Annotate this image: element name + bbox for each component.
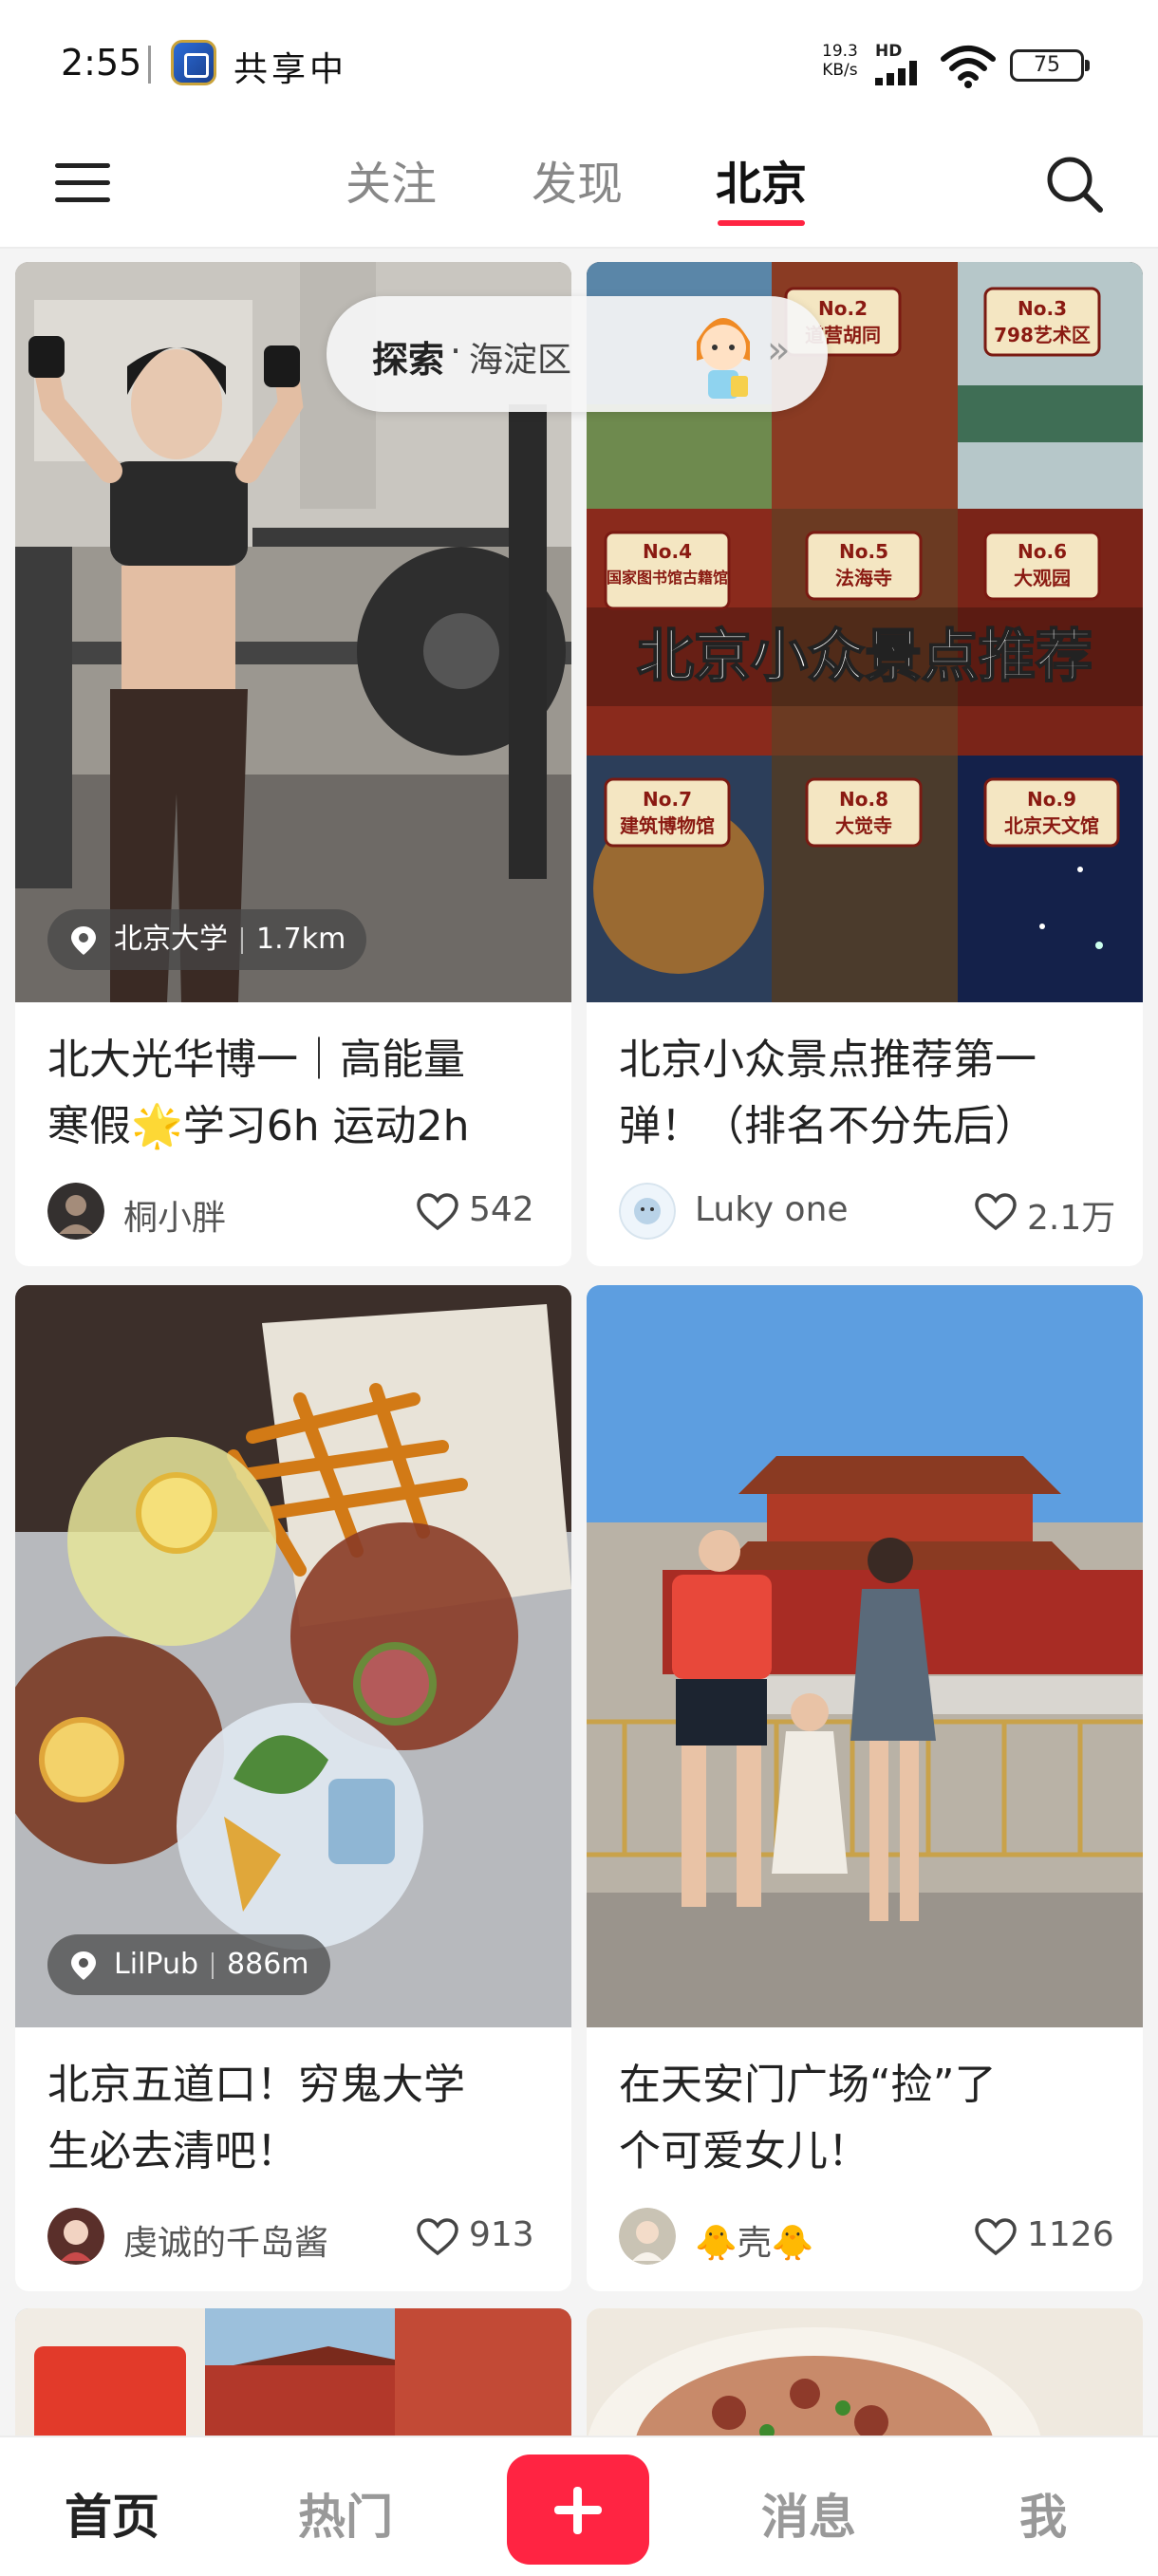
author-info[interactable]: 虔诚的千岛酱 — [47, 2208, 361, 2265]
network-speed: 19.3 KB/s — [822, 42, 858, 80]
like-button[interactable]: 913 — [416, 2208, 539, 2265]
note-title-line: 生必去清吧！ — [47, 2127, 298, 2175]
explore-nearby-pill[interactable]: 探索 · 海淀区 » — [327, 296, 828, 412]
note-card[interactable]: No.2 道营胡同 No.3 798艺术区 No.4 国家图书馆古籍馆 No.5… — [587, 262, 1143, 1266]
spot-name: 建筑博物馆 — [620, 814, 715, 837]
author-info[interactable]: 桐小胖 — [47, 1183, 332, 1240]
wifi-icon — [941, 46, 996, 88]
location-distance: 886m — [227, 1948, 309, 1981]
location-pin-icon — [71, 1951, 96, 1980]
active-tab-indicator — [718, 220, 805, 226]
like-count: 1126 — [1027, 2215, 1114, 2254]
note-title[interactable]: 北京小众景点推荐第一 弹！（排名不分先后） — [619, 1027, 1112, 1160]
network-speed-unit: KB/s — [822, 61, 858, 80]
heart-icon[interactable] — [416, 2217, 459, 2257]
avatar[interactable] — [619, 2208, 676, 2265]
tab-beijing[interactable]: 北京 — [716, 146, 807, 213]
location-badge: 北京大学 1.7km — [47, 909, 367, 970]
battery-icon: 75 — [1010, 49, 1090, 82]
note-title-line: 在天安门广场“捡”了 — [619, 2061, 997, 2109]
spot-number: No.8 — [839, 788, 888, 811]
status-time: 2:55 — [61, 42, 142, 84]
spot-name: 大观园 — [1014, 567, 1071, 589]
note-card[interactable]: LilPub 886m 北京五道口！穷鬼大学 生必去清吧！ 虔诚的千岛酱 913 — [15, 1285, 571, 2291]
note-card[interactable]: 在天安门广场“捡”了 个可爱女儿！ 🐥壳🐥 1126 — [587, 1285, 1143, 2291]
location-name: LilPub — [114, 1948, 199, 1981]
nav-trending[interactable]: 热门 — [298, 2479, 393, 2548]
nav-messages[interactable]: 消息 — [761, 2479, 856, 2548]
author-info[interactable]: 🐥壳🐥 — [619, 2208, 904, 2265]
avatar[interactable] — [47, 1183, 104, 1240]
note-title-line: 寒假🌟学习6h 运动2h — [47, 1102, 470, 1150]
spot-number: No.9 — [1027, 788, 1076, 811]
status-bar: 2:55 共享中 19.3 KB/s HD 75 — [0, 0, 1158, 133]
author-name[interactable]: 🐥壳🐥 — [695, 2215, 814, 2265]
explore-area: 海淀区 — [469, 341, 572, 380]
note-title[interactable]: 北京五道口！穷鬼大学 生必去清吧！ — [47, 2052, 541, 2185]
menu-icon[interactable] — [55, 159, 110, 205]
like-count: 913 — [469, 2215, 534, 2254]
note-title-line: 北京小众景点推荐第一 — [619, 1036, 1037, 1084]
tab-following[interactable]: 关注 — [346, 146, 437, 213]
explore-arrow-icon: » — [767, 328, 791, 372]
spot-number: No.6 — [1018, 540, 1067, 563]
heart-icon[interactable] — [416, 1192, 459, 1232]
note-cover-tiananmen-photo[interactable] — [587, 1285, 1143, 2027]
spot-name: 国家图书馆古籍馆 — [607, 569, 728, 587]
sharing-status: 共享中 — [233, 50, 348, 89]
spot-name: 798艺术区 — [994, 324, 1091, 346]
network-speed-value: 19.3 — [822, 42, 858, 61]
author-name[interactable]: 桐小胖 — [123, 1190, 226, 1240]
spot-name: 法海寺 — [835, 567, 892, 589]
tab-discover[interactable]: 发现 — [532, 146, 623, 213]
hd-badge: HD — [875, 42, 903, 61]
status-divider — [148, 46, 151, 84]
note-title-line: 弹！（排名不分先后） — [619, 1102, 1037, 1150]
location-divider — [241, 926, 243, 954]
like-count: 542 — [469, 1190, 534, 1229]
mascot-icon — [697, 318, 750, 399]
location-pin-icon — [71, 926, 96, 955]
note-title[interactable]: 在天安门广场“捡”了 个可爱女儿！ — [619, 2052, 1112, 2185]
note-title[interactable]: 北大光华博一｜高能量 寒假🌟学习6h 运动2h — [47, 1027, 541, 1160]
spot-number: No.2 — [818, 297, 868, 320]
nav-me[interactable]: 我 — [1019, 2479, 1067, 2548]
heart-icon[interactable] — [974, 2217, 1018, 2257]
top-nav: 关注 发现 北京 — [0, 133, 1158, 249]
like-button[interactable]: 1126 — [974, 2208, 1114, 2265]
author-name[interactable]: 虔诚的千岛酱 — [123, 2215, 328, 2265]
add-post-button[interactable] — [507, 2455, 649, 2565]
heart-icon[interactable] — [974, 1192, 1018, 1232]
spot-name: 北京天文馆 — [1004, 814, 1099, 837]
nav-home[interactable]: 首页 — [65, 2479, 159, 2548]
spot-name: 大觉寺 — [835, 814, 892, 837]
spot-number: No.5 — [839, 540, 888, 563]
avatar[interactable] — [619, 1183, 676, 1240]
location-badge: LilPub 886m — [47, 1934, 330, 1995]
note-card[interactable]: 北京大学 1.7km 北大光华博一｜高能量 寒假🌟学习6h 运动2h 桐小胖 54… — [15, 262, 571, 1266]
avatar[interactable] — [47, 2208, 104, 2265]
note-cover-drinks-photo[interactable] — [15, 1285, 571, 2027]
author-info[interactable]: Luky one — [619, 1183, 904, 1240]
explore-separator: · — [450, 330, 462, 372]
note-title-line: 北京五道口！穷鬼大学 — [47, 2061, 465, 2109]
author-name[interactable]: Luky one — [695, 1190, 849, 1229]
location-divider — [212, 1951, 215, 1979]
spot-number: No.4 — [643, 540, 692, 563]
note-title-line: 北大光华博一｜高能量 — [47, 1036, 465, 1084]
spot-number: No.7 — [643, 788, 692, 811]
location-distance: 1.7km — [256, 923, 346, 956]
bottom-nav: 首页 热门 消息 我 — [0, 2436, 1158, 2576]
like-button[interactable]: 2.1万 — [974, 1183, 1115, 1240]
like-count: 2.1万 — [1027, 1199, 1116, 1238]
screen-share-app-icon — [171, 40, 216, 85]
location-name: 北京大学 — [114, 923, 228, 956]
cover-banner-text: 北京小众景点推荐 — [637, 624, 1093, 690]
note-title-line: 个可爱女儿！ — [619, 2127, 869, 2175]
like-button[interactable]: 542 — [416, 1183, 539, 1240]
spot-number: No.3 — [1018, 297, 1067, 320]
signal-icon — [875, 61, 932, 85]
explore-label: 探索 — [372, 339, 445, 381]
search-icon[interactable] — [1044, 154, 1105, 215]
